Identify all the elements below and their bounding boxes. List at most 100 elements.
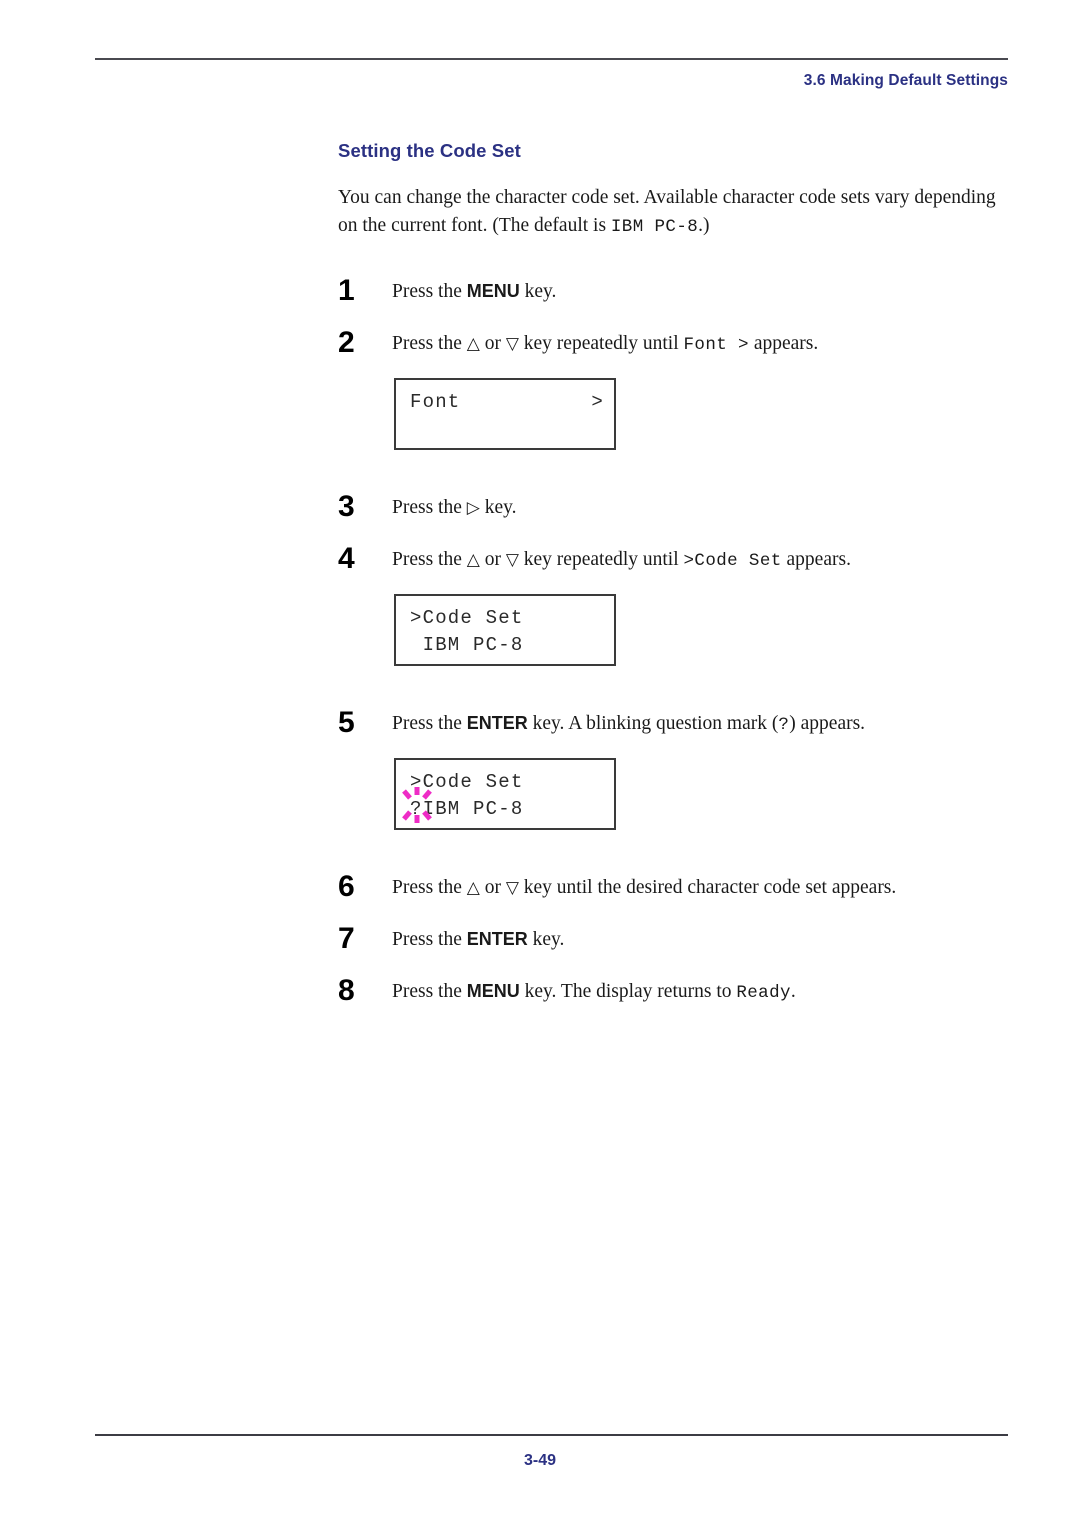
step-text: Press the MENU key. The display returns … xyxy=(392,974,1010,1006)
step-2: 2 Press the △ or ▽ key repeatedly until … xyxy=(338,326,1010,358)
step-list: 1 Press the MENU key. 2 Press the △ or ▽… xyxy=(338,274,1010,1006)
up-triangle-icon: △ xyxy=(466,877,480,898)
step-pre: Press the xyxy=(392,332,467,354)
menu-key-label: MENU xyxy=(466,980,520,1001)
step-pre: Press the xyxy=(392,280,467,302)
lcd-panel-code-set: >Code Set IBM PC-8 xyxy=(394,593,616,666)
lcd-line-1: Font > xyxy=(410,389,604,417)
page-root: { "page": { "running_head": "3.6 Making … xyxy=(0,0,1080,1528)
up-triangle-icon: △ xyxy=(466,549,480,570)
step-post: key. xyxy=(527,928,565,950)
step-tail: appears. xyxy=(748,332,819,354)
question-mark-glyph: ? xyxy=(778,714,790,735)
step-1: 1 Press the MENU key. xyxy=(338,274,1010,306)
step-text: Press the ENTER key. xyxy=(392,922,1010,953)
step-text: Press the △ or ▽ key repeatedly until >C… xyxy=(392,542,1010,574)
step-pre: Press the xyxy=(392,548,467,570)
page-title: Setting the Code Set xyxy=(338,140,521,161)
lcd-panel-font: Font > xyxy=(394,377,616,450)
lcd-line1-right: > xyxy=(591,390,604,413)
step-number: 8 xyxy=(338,973,355,1007)
lcd-line2-left: IBM PC-8 xyxy=(410,634,524,657)
menu-key-label: MENU xyxy=(466,280,520,301)
step-post: key. The display returns to xyxy=(519,980,737,1002)
step-post: key. xyxy=(519,280,557,302)
enter-key-label: ENTER xyxy=(466,928,528,949)
down-triangle-icon: ▽ xyxy=(505,333,519,354)
step-text: Press the △ or ▽ key until the desired c… xyxy=(392,870,1010,901)
lcd-line1-left: >Code Set xyxy=(410,606,524,629)
step-post: key. A blinking question mark ( xyxy=(527,712,779,734)
up-triangle-icon: △ xyxy=(466,333,480,354)
page-number: 3-49 xyxy=(523,1452,557,1469)
right-triangle-icon: ▷ xyxy=(466,497,480,518)
step-number: 6 xyxy=(338,869,355,903)
lcd-line1-left: >Code Set xyxy=(410,770,524,793)
step-mid: or xyxy=(479,332,506,354)
code-set-blinking-display-wrap: >Code Set ?IBM PC-8 xyxy=(338,757,1010,830)
down-triangle-icon: ▽ xyxy=(505,549,519,570)
enter-key-label: ENTER xyxy=(466,712,528,733)
step-tail: ) appears. xyxy=(789,712,866,734)
step-text: Press the △ or ▽ key repeatedly until Fo… xyxy=(392,326,1010,358)
footer-rule xyxy=(95,1434,1008,1436)
step-post: key. xyxy=(479,496,517,518)
step-text: Press the ▷ key. xyxy=(392,490,1010,521)
step-number: 4 xyxy=(338,541,355,575)
step-4: 4 Press the △ or ▽ key repeatedly until … xyxy=(338,542,1010,574)
step-post: key repeatedly until xyxy=(518,548,684,570)
step-mid: or xyxy=(479,876,506,898)
code-set-menu-text: >Code Set xyxy=(683,550,782,571)
header-rule xyxy=(95,58,1008,60)
lcd-line-1: >Code Set xyxy=(410,605,604,633)
step-pre: Press the xyxy=(392,496,467,518)
step-number: 7 xyxy=(338,921,355,955)
step-number: 2 xyxy=(338,325,355,359)
step-text: Press the MENU key. xyxy=(392,274,1010,305)
step-6: 6 Press the △ or ▽ key until the desired… xyxy=(338,870,1010,902)
step-8: 8 Press the MENU key. The display return… xyxy=(338,974,1010,1006)
step-3: 3 Press the ▷ key. xyxy=(338,490,1010,522)
step-tail: . xyxy=(790,980,796,1002)
step-7: 7 Press the ENTER key. xyxy=(338,922,1010,954)
step-5: 5 Press the ENTER key. A blinking questi… xyxy=(338,706,1010,738)
intro-default-code-set: IBM PC-8 xyxy=(610,216,699,237)
step-number: 3 xyxy=(338,489,355,523)
lcd-line-2: ?IBM PC-8 xyxy=(410,796,604,824)
step-pre: Press the xyxy=(392,980,467,1002)
lcd-line2-left: ?IBM PC-8 xyxy=(410,798,524,821)
step-post: key until the desired character code set… xyxy=(518,876,897,898)
content-column: Setting the Code Set You can change the … xyxy=(338,140,1010,1014)
font-menu-text: Font > xyxy=(683,334,749,355)
lcd-line-1: >Code Set xyxy=(410,769,604,797)
running-head: 3.6 Making Default Settings xyxy=(803,72,1008,89)
lcd-panel-code-set-blinking: >Code Set ?IBM PC-8 xyxy=(394,757,616,830)
step-pre: Press the xyxy=(392,712,467,734)
step-number: 1 xyxy=(338,273,355,307)
step-number: 5 xyxy=(338,705,355,739)
step-tail: appears. xyxy=(781,548,851,570)
step-pre: Press the xyxy=(392,928,467,950)
lcd-line-2: IBM PC-8 xyxy=(410,632,604,660)
step-mid: or xyxy=(479,548,506,570)
font-display-wrap: Font > xyxy=(338,377,1010,450)
intro-paragraph: You can change the character code set. A… xyxy=(338,184,1010,240)
ready-status-text: Ready xyxy=(736,982,791,1003)
lcd-line1-left: Font xyxy=(410,390,461,413)
step-text: Press the ENTER key. A blinking question… xyxy=(392,706,1010,738)
intro-text-part2: .) xyxy=(698,214,710,236)
step-post: key repeatedly until xyxy=(518,332,684,354)
down-triangle-icon: ▽ xyxy=(505,877,519,898)
step-pre: Press the xyxy=(392,876,467,898)
code-set-display-wrap: >Code Set IBM PC-8 xyxy=(338,593,1010,666)
